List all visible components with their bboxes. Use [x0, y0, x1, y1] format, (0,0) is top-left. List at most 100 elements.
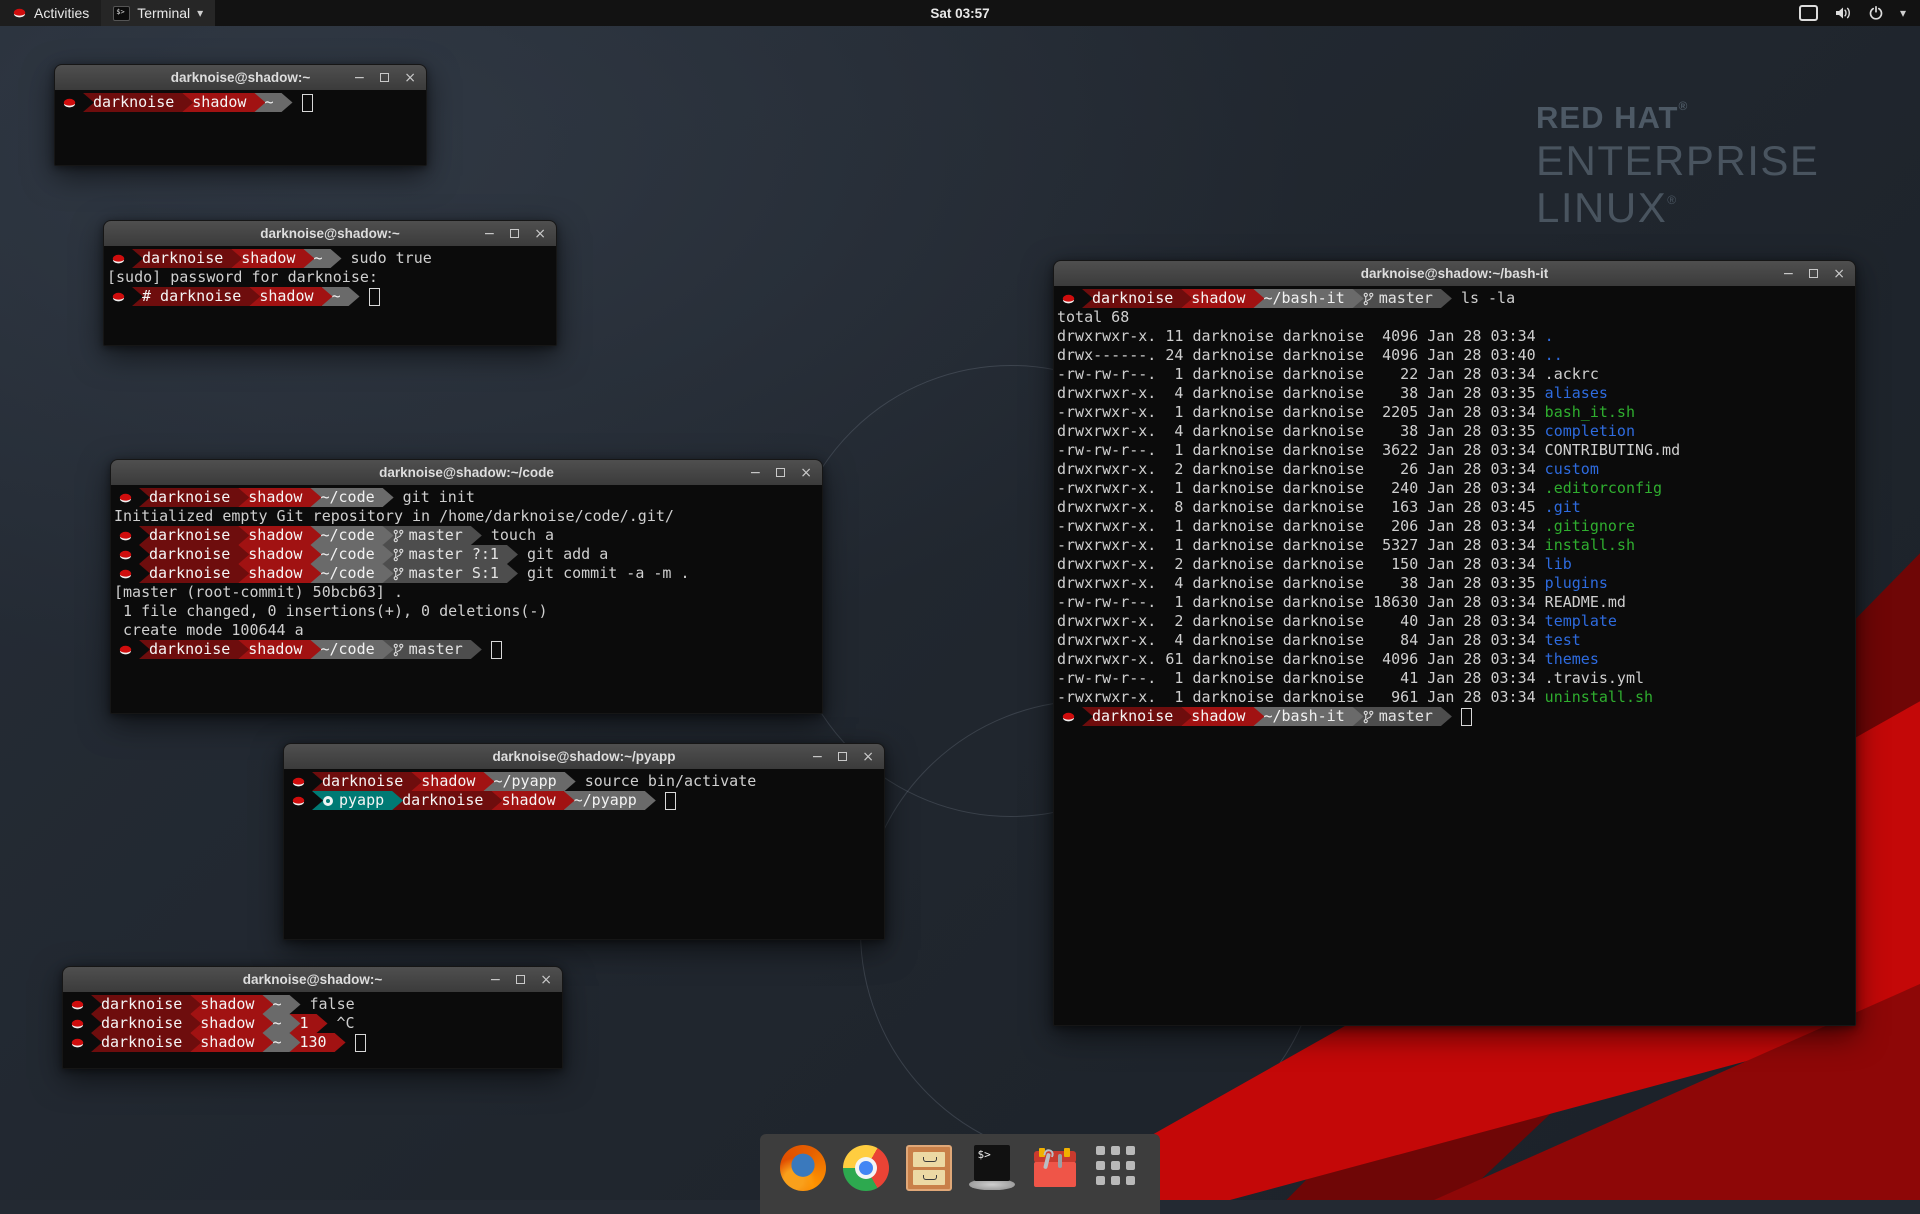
close-button[interactable]: × [800, 466, 812, 480]
output-line: drwxrwxr-x. 4 darknoise darknoise 38 Jan… [1057, 422, 1855, 441]
prompt-line: darknoiseshadow~ [58, 93, 426, 112]
window-titlebar[interactable]: darknoise@shadow:~/bash-it−× [1054, 261, 1855, 287]
window-title: darknoise@shadow:~/code [111, 465, 822, 480]
activities-button[interactable]: Activities [0, 0, 101, 26]
minimize-button[interactable]: − [490, 973, 502, 987]
prompt-segment-host: shadow [190, 1014, 273, 1033]
prompt-segment-user: darknoise [312, 772, 422, 791]
chevron-down-icon[interactable]: ▾ [1900, 6, 1906, 20]
screen-icon[interactable] [1799, 5, 1818, 21]
output-text: Initialized empty Git repository in /hom… [114, 507, 674, 525]
volume-icon[interactable] [1834, 6, 1852, 20]
prompt-segment-user: darknoise [83, 93, 193, 112]
close-button[interactable]: × [1833, 267, 1845, 281]
window-titlebar[interactable]: darknoise@shadow:~−× [55, 65, 426, 91]
output-line: -rw-rw-r--. 1 darknoise darknoise 22 Jan… [1057, 365, 1855, 384]
prompt-segment-text: master S:1 [409, 564, 499, 583]
dock-item-files[interactable] [906, 1145, 952, 1191]
output-text: .editorconfig [1545, 479, 1662, 497]
prompt-segment-text: darknoise [149, 526, 230, 545]
output-text: -rw-rw-r--. 1 darknoise darknoise 3622 J… [1057, 441, 1680, 459]
maximize-button[interactable] [510, 229, 519, 238]
prompt-segment-path: ~/code [310, 640, 393, 659]
grid-dot [1096, 1176, 1105, 1185]
top-bar: Activities $> Terminal ▾ Sat 03:57 ▾ [0, 0, 1920, 26]
git-branch-icon [1363, 292, 1374, 306]
terminal-screen[interactable]: darknoiseshadow~sudo true[sudo] password… [104, 246, 556, 345]
output-text: aliases [1545, 384, 1608, 402]
prompt-segment-path: ~/code [310, 545, 393, 564]
prompt-segment-host: shadow [231, 249, 314, 268]
prompt-segment-path: ~/bash-it [1253, 289, 1363, 308]
prompt-segment-text: shadow [248, 526, 302, 545]
maximize-button[interactable] [838, 752, 847, 761]
terminal-screen[interactable]: darknoiseshadow~/codegit initInitialized… [111, 485, 822, 713]
minimize-button[interactable]: − [1783, 267, 1795, 281]
output-text: .git [1545, 498, 1581, 516]
grid-dot [1111, 1146, 1120, 1155]
output-text: -rw-rw-r--. 1 darknoise darknoise 41 Jan… [1057, 669, 1644, 687]
prompt-segment-user: darknoise [1082, 707, 1192, 726]
dock-item-toolbox[interactable] [1032, 1145, 1078, 1191]
terminal-screen[interactable]: darknoiseshadow~/pyappsource bin/activat… [284, 769, 884, 939]
output-line: drwxrwxr-x. 2 darknoise darknoise 150 Ja… [1057, 555, 1855, 574]
prompt-segment-text: ~ [272, 1014, 281, 1033]
minimize-button[interactable]: − [484, 227, 496, 241]
output-text: install.sh [1545, 536, 1635, 554]
dock-item-app-grid[interactable] [1095, 1145, 1141, 1191]
window-titlebar[interactable]: darknoise@shadow:~−× [104, 221, 556, 247]
maximize-button[interactable] [380, 73, 389, 82]
minimize-button[interactable]: − [750, 466, 762, 480]
terminal-screen[interactable]: darknoiseshadow~ [55, 90, 426, 165]
prompt-line: darknoiseshadow~/pyappsource bin/activat… [287, 772, 884, 791]
terminal-cursor [491, 641, 502, 659]
prompt-segment-git: master [383, 640, 482, 659]
output-line: drwxrwxr-x. 4 darknoise darknoise 38 Jan… [1057, 574, 1855, 593]
command-text: false [310, 995, 355, 1014]
dock-item-terminal[interactable]: $> [969, 1145, 1015, 1191]
prompt-segment-path: ~/pyapp [483, 772, 575, 791]
terminal-screen[interactable]: darknoiseshadow~falsedarknoiseshadow~1^C… [63, 992, 562, 1068]
output-line: -rw-rw-r--. 1 darknoise darknoise 3622 J… [1057, 441, 1855, 460]
terminal-screen[interactable]: darknoiseshadow~/bash-itmasterls -latota… [1054, 286, 1855, 1025]
git-branch-icon [393, 643, 404, 657]
close-button[interactable]: × [534, 227, 546, 241]
prompt-segment-text: ~/code [320, 488, 374, 507]
terminal-cursor [355, 1034, 366, 1052]
output-line: -rw-rw-r--. 1 darknoise darknoise 18630 … [1057, 593, 1855, 612]
dock-item-chrome[interactable] [843, 1145, 889, 1191]
output-line: total 68 [1057, 308, 1855, 327]
command-text: touch a [491, 526, 554, 545]
power-icon[interactable] [1868, 5, 1884, 21]
prompt-segment-text: pyapp [339, 791, 384, 810]
grid-dot [1126, 1176, 1135, 1185]
output-line: drwxrwxr-x. 2 darknoise darknoise 40 Jan… [1057, 612, 1855, 631]
close-button[interactable]: × [862, 750, 874, 764]
terminal-window: darknoise@shadow:~/code− × darknoise shadow… [110, 459, 823, 714]
drawer-bottom [913, 1170, 945, 1185]
output-text: custom [1545, 460, 1599, 478]
minimize-button[interactable]: − [812, 750, 824, 764]
close-button[interactable]: × [404, 71, 416, 85]
window-titlebar[interactable]: darknoise@shadow:~/code− × [111, 460, 822, 486]
maximize-button[interactable] [776, 468, 785, 477]
output-text: . [1545, 327, 1554, 345]
output-text: drwxrwxr-x. 2 darknoise darknoise 40 Jan… [1057, 612, 1545, 630]
output-text: drwx------. 24 darknoise darknoise 4096 … [1057, 346, 1545, 364]
maximize-button[interactable] [516, 975, 525, 984]
prompt-segment-path: ~/code [310, 488, 393, 507]
maximize-button[interactable] [1809, 269, 1818, 278]
output-text: -rwxrwxr-x. 1 darknoise darknoise 2205 J… [1057, 403, 1545, 421]
prompt-segment-text: ~/pyapp [574, 791, 637, 810]
minimize-button[interactable]: − [354, 71, 366, 85]
terminal-cursor [369, 288, 380, 306]
window-titlebar[interactable]: darknoise@shadow:~/pyapp−× [284, 744, 884, 770]
terminal-window: darknoise@shadow:~/pyapp−×darknoiseshado… [283, 743, 885, 940]
clock[interactable]: Sat 03:57 [930, 6, 989, 21]
prompt-segment-user: darknoise [139, 640, 249, 659]
window-titlebar[interactable]: darknoise@shadow:~−× [63, 967, 562, 993]
app-menu-terminal[interactable]: $> Terminal ▾ [101, 0, 215, 26]
output-text: -rwxrwxr-x. 1 darknoise darknoise 240 Ja… [1057, 479, 1545, 497]
dock-item-firefox[interactable] [780, 1145, 826, 1191]
close-button[interactable]: × [540, 973, 552, 987]
